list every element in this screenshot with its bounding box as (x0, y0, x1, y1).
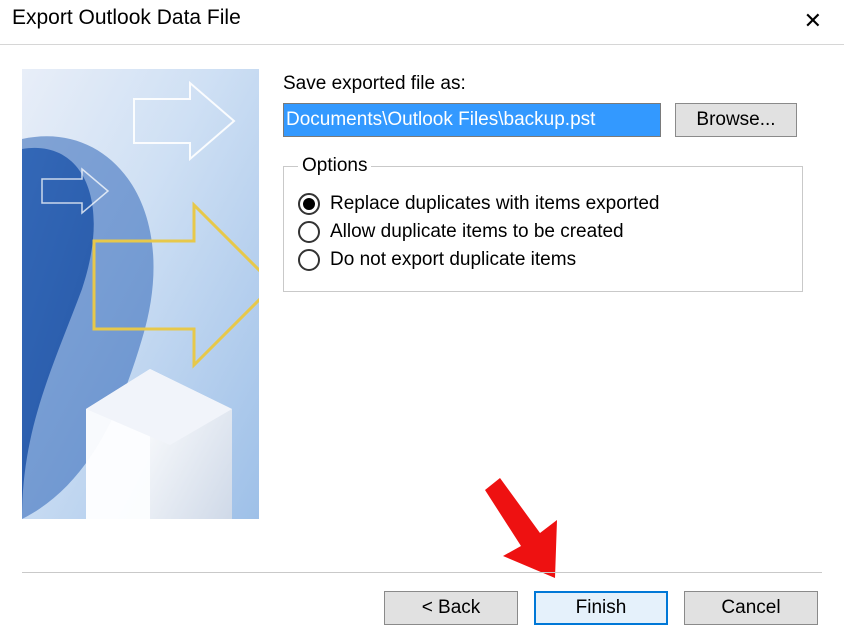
form-area: Save exported file as: Browse... Options… (283, 69, 822, 519)
options-group: Options Replace duplicates with items ex… (283, 155, 803, 292)
options-legend: Options (298, 155, 371, 177)
option-no-duplicates[interactable]: Do not export duplicate items (298, 249, 788, 271)
export-dialog: Export Outlook Data File ✕ (0, 0, 844, 635)
titlebar: Export Outlook Data File ✕ (0, 0, 844, 44)
browse-button[interactable]: Browse... (675, 103, 797, 137)
dialog-body: Save exported file as: Browse... Options… (0, 45, 844, 519)
file-path-input[interactable] (283, 103, 661, 137)
option-replace-duplicates[interactable]: Replace duplicates with items exported (298, 193, 788, 215)
radio-icon (298, 249, 320, 271)
button-row: < Back Finish Cancel (22, 591, 822, 625)
radio-label: Replace duplicates with items exported (330, 193, 660, 215)
cancel-button[interactable]: Cancel (684, 591, 818, 625)
finish-button[interactable]: Finish (534, 591, 668, 625)
radio-label: Allow duplicate items to be created (330, 221, 624, 243)
option-allow-duplicates[interactable]: Allow duplicate items to be created (298, 221, 788, 243)
close-icon[interactable]: ✕ (796, 6, 830, 36)
file-path-row: Browse... (283, 103, 822, 137)
radio-label: Do not export duplicate items (330, 249, 576, 271)
window-title: Export Outlook Data File (12, 6, 241, 30)
button-bar: < Back Finish Cancel (0, 572, 844, 625)
radio-icon (298, 221, 320, 243)
button-divider (22, 572, 822, 573)
back-button[interactable]: < Back (384, 591, 518, 625)
wizard-graphic (22, 69, 259, 519)
save-as-label: Save exported file as: (283, 73, 822, 95)
radio-icon (298, 193, 320, 215)
